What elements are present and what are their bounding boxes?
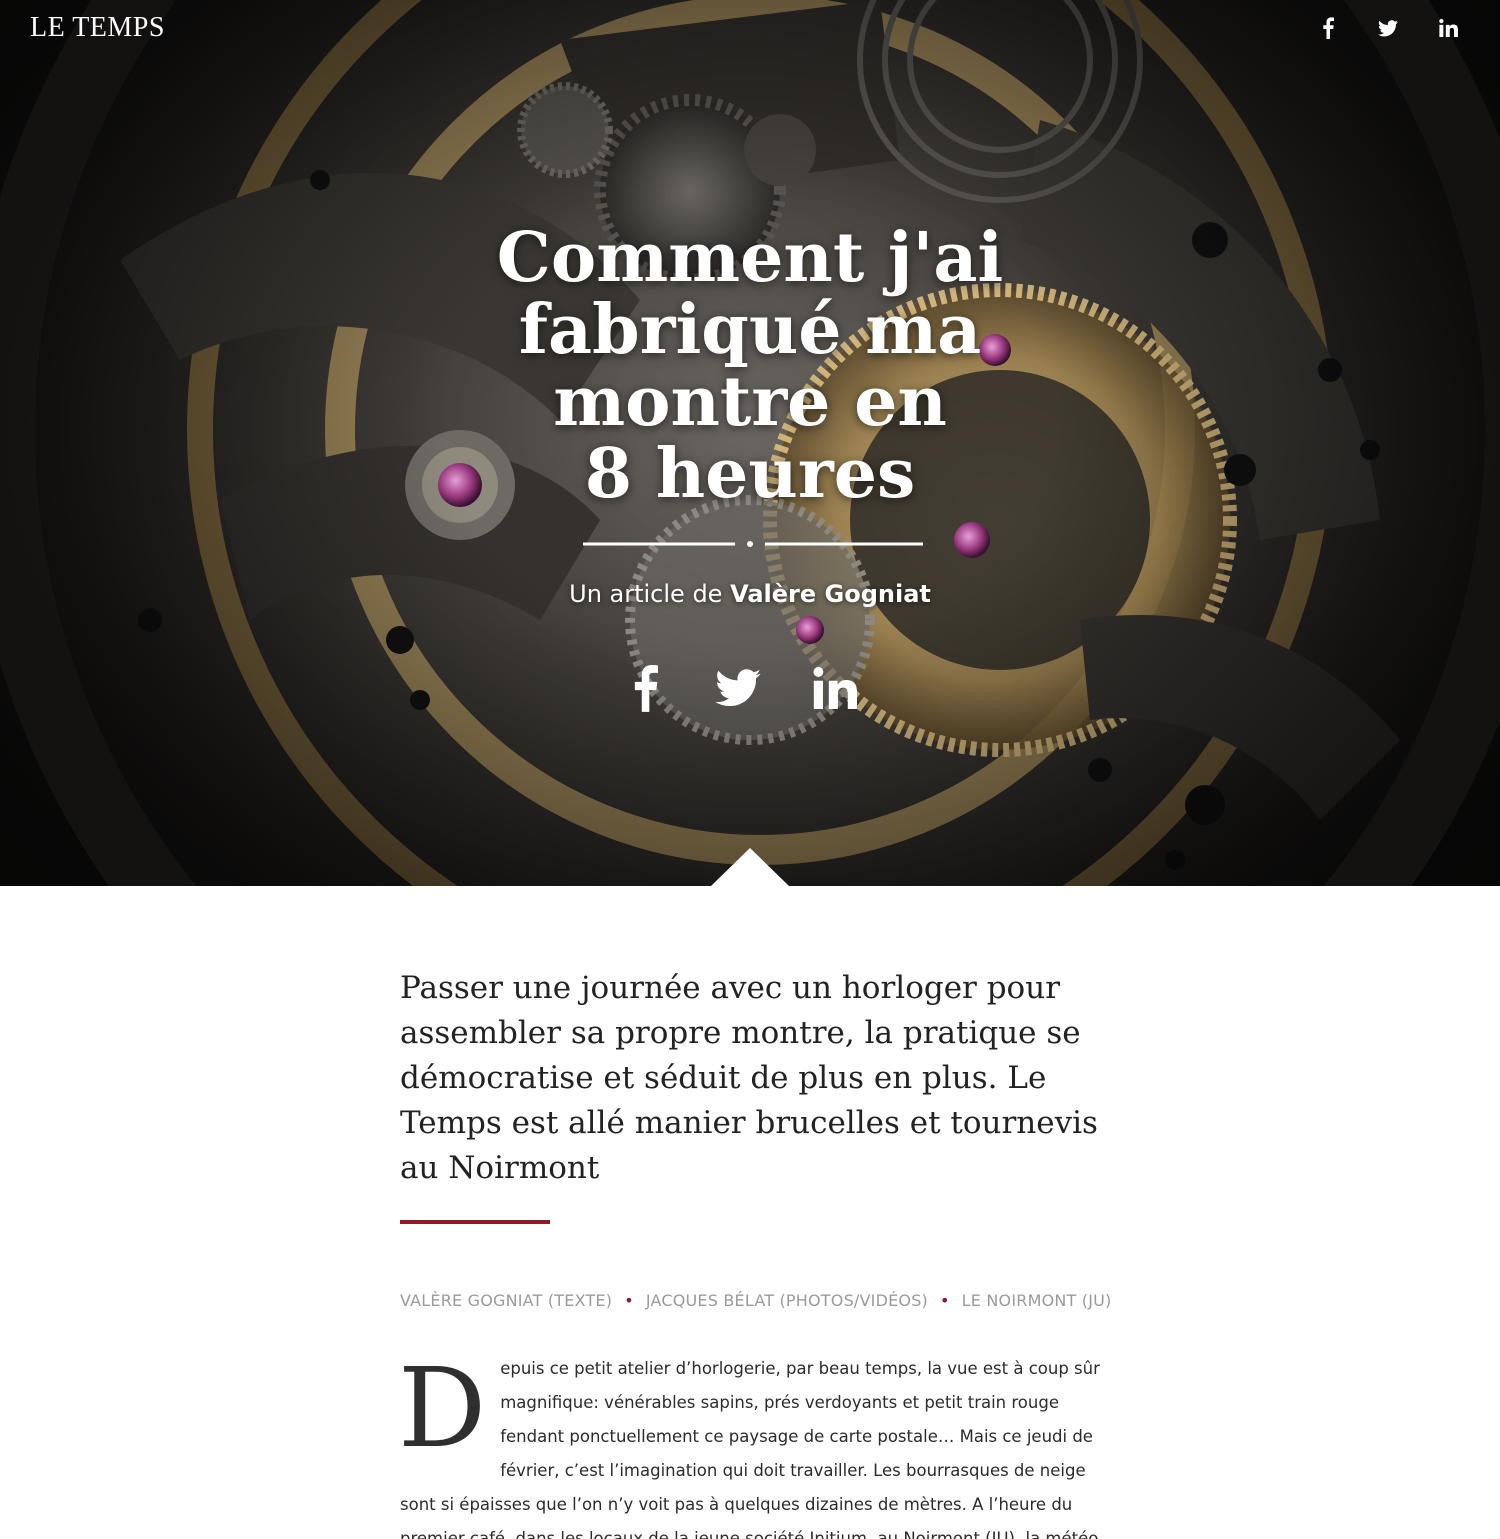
accent-rule	[400, 1220, 550, 1224]
credit-separator: •	[940, 1291, 950, 1310]
twitter-icon[interactable]	[713, 660, 763, 716]
article-title: Comment j'ai fabriqué ma montre en 8 heu…	[450, 222, 1050, 510]
title-divider	[583, 541, 923, 547]
byline: Un article de Valère Gogniat	[450, 580, 1050, 608]
twitter-icon[interactable]	[1376, 14, 1400, 42]
hero-social-links	[625, 660, 859, 716]
article-body: Depuis ce petit atelier d’horlogerie, pa…	[398, 1344, 1100, 1539]
credit-separator: •	[624, 1291, 634, 1310]
scroll-notch	[711, 848, 789, 886]
article-credits: VALÈRE GOGNIAT (TEXTE) • JACQUES BÉLAT (PH…	[400, 1291, 1120, 1310]
byline-author[interactable]: Valère Gogniat	[730, 580, 931, 608]
title-line: 8 heures	[584, 434, 916, 514]
facebook-icon[interactable]	[625, 660, 665, 716]
drop-cap: D	[398, 1344, 487, 1472]
header-social-links	[1316, 14, 1460, 42]
title-line: Comment j'ai	[496, 218, 1004, 298]
credit-author: VALÈRE GOGNIAT (TEXTE)	[400, 1291, 613, 1310]
credit-photographer: JACQUES BÉLAT (PHOTOS/VIDÉOS)	[645, 1291, 929, 1310]
linkedin-icon[interactable]	[811, 660, 859, 716]
top-bar: LE TEMPS	[0, 0, 1500, 56]
title-line: fabriqué ma	[518, 290, 982, 370]
title-line: montre en	[553, 362, 947, 442]
facebook-icon[interactable]	[1316, 14, 1340, 42]
site-logo[interactable]: LE TEMPS	[30, 12, 165, 44]
hero-banner: LE TEMPS Comment j'ai fabriqué ma montre…	[0, 0, 1500, 886]
linkedin-icon[interactable]	[1436, 14, 1460, 42]
credit-location: LE NOIRMONT (JU)	[961, 1291, 1112, 1310]
article-lead: Passer une journée avec un horloger pour…	[400, 970, 1098, 1186]
body-paragraph: epuis ce petit atelier d’horlogerie, par…	[400, 1359, 1100, 1539]
byline-prefix: Un article de	[569, 580, 723, 608]
